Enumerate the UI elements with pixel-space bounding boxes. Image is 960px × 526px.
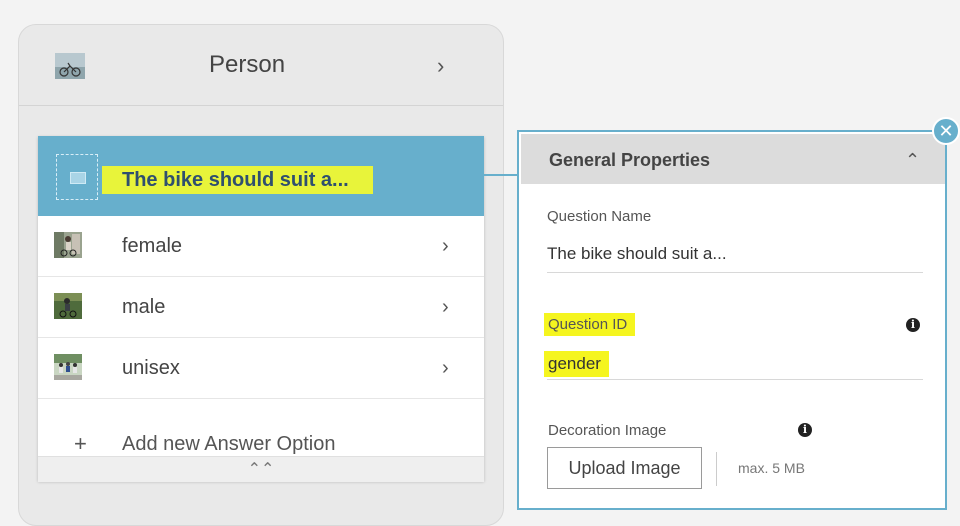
question-id-label: Question ID xyxy=(544,313,636,336)
question-name-field[interactable]: The bike should suit a... xyxy=(547,244,727,264)
category-card: Person › The bike should suit a... femal… xyxy=(18,24,504,526)
add-answer-option-label: Add new Answer Option xyxy=(122,433,336,455)
collapse-button[interactable]: ⌃⌃ xyxy=(38,456,484,482)
answer-option-unisex[interactable]: unisex › xyxy=(38,338,484,399)
female-cyclist-photo-icon xyxy=(54,232,82,258)
bike-photo-icon xyxy=(55,53,85,79)
question-id-field[interactable]: gender xyxy=(544,351,609,377)
panel-title: General Properties xyxy=(549,150,711,170)
caret-up-icon[interactable]: ⌃ xyxy=(905,150,920,171)
group-cyclists-photo-icon xyxy=(54,354,82,380)
answer-list: The bike should suit a... female › male … xyxy=(38,136,484,482)
connector-line xyxy=(482,174,518,176)
upload-size-hint: max. 5 MB xyxy=(738,460,805,476)
chevron-right-icon[interactable]: › xyxy=(442,358,449,378)
answer-option-label: male xyxy=(122,296,166,318)
category-header[interactable]: Person › xyxy=(19,25,503,106)
plus-icon: + xyxy=(74,431,87,456)
answer-option-female[interactable]: female › xyxy=(38,216,484,277)
general-properties-header[interactable]: General Properties ⌃ xyxy=(521,134,945,184)
question-id-underline xyxy=(547,379,923,380)
question-name-underline xyxy=(547,272,923,273)
chevron-right-icon[interactable]: › xyxy=(442,236,449,256)
info-icon[interactable]: i xyxy=(798,423,812,437)
male-cyclist-photo-icon xyxy=(54,293,82,319)
question-row[interactable]: The bike should suit a... xyxy=(38,136,484,216)
close-icon[interactable]: ✕ xyxy=(932,117,960,145)
question-name-label: Question Name xyxy=(547,208,652,225)
double-chevron-up-icon: ⌃⌃ xyxy=(247,461,275,478)
category-title: Person xyxy=(209,51,286,78)
info-icon[interactable]: i xyxy=(906,318,920,332)
question-title: The bike should suit a... xyxy=(102,166,373,194)
image-placeholder-icon[interactable] xyxy=(56,154,98,200)
divider xyxy=(716,452,717,486)
decoration-image-label: Decoration Image xyxy=(548,422,667,439)
chevron-right-icon[interactable]: › xyxy=(437,55,444,77)
upload-image-button[interactable]: Upload Image xyxy=(547,447,702,489)
chevron-right-icon[interactable]: › xyxy=(442,297,449,317)
answer-option-label: unisex xyxy=(122,357,180,379)
answer-option-label: female xyxy=(122,235,183,257)
answer-option-male[interactable]: male › xyxy=(38,277,484,338)
